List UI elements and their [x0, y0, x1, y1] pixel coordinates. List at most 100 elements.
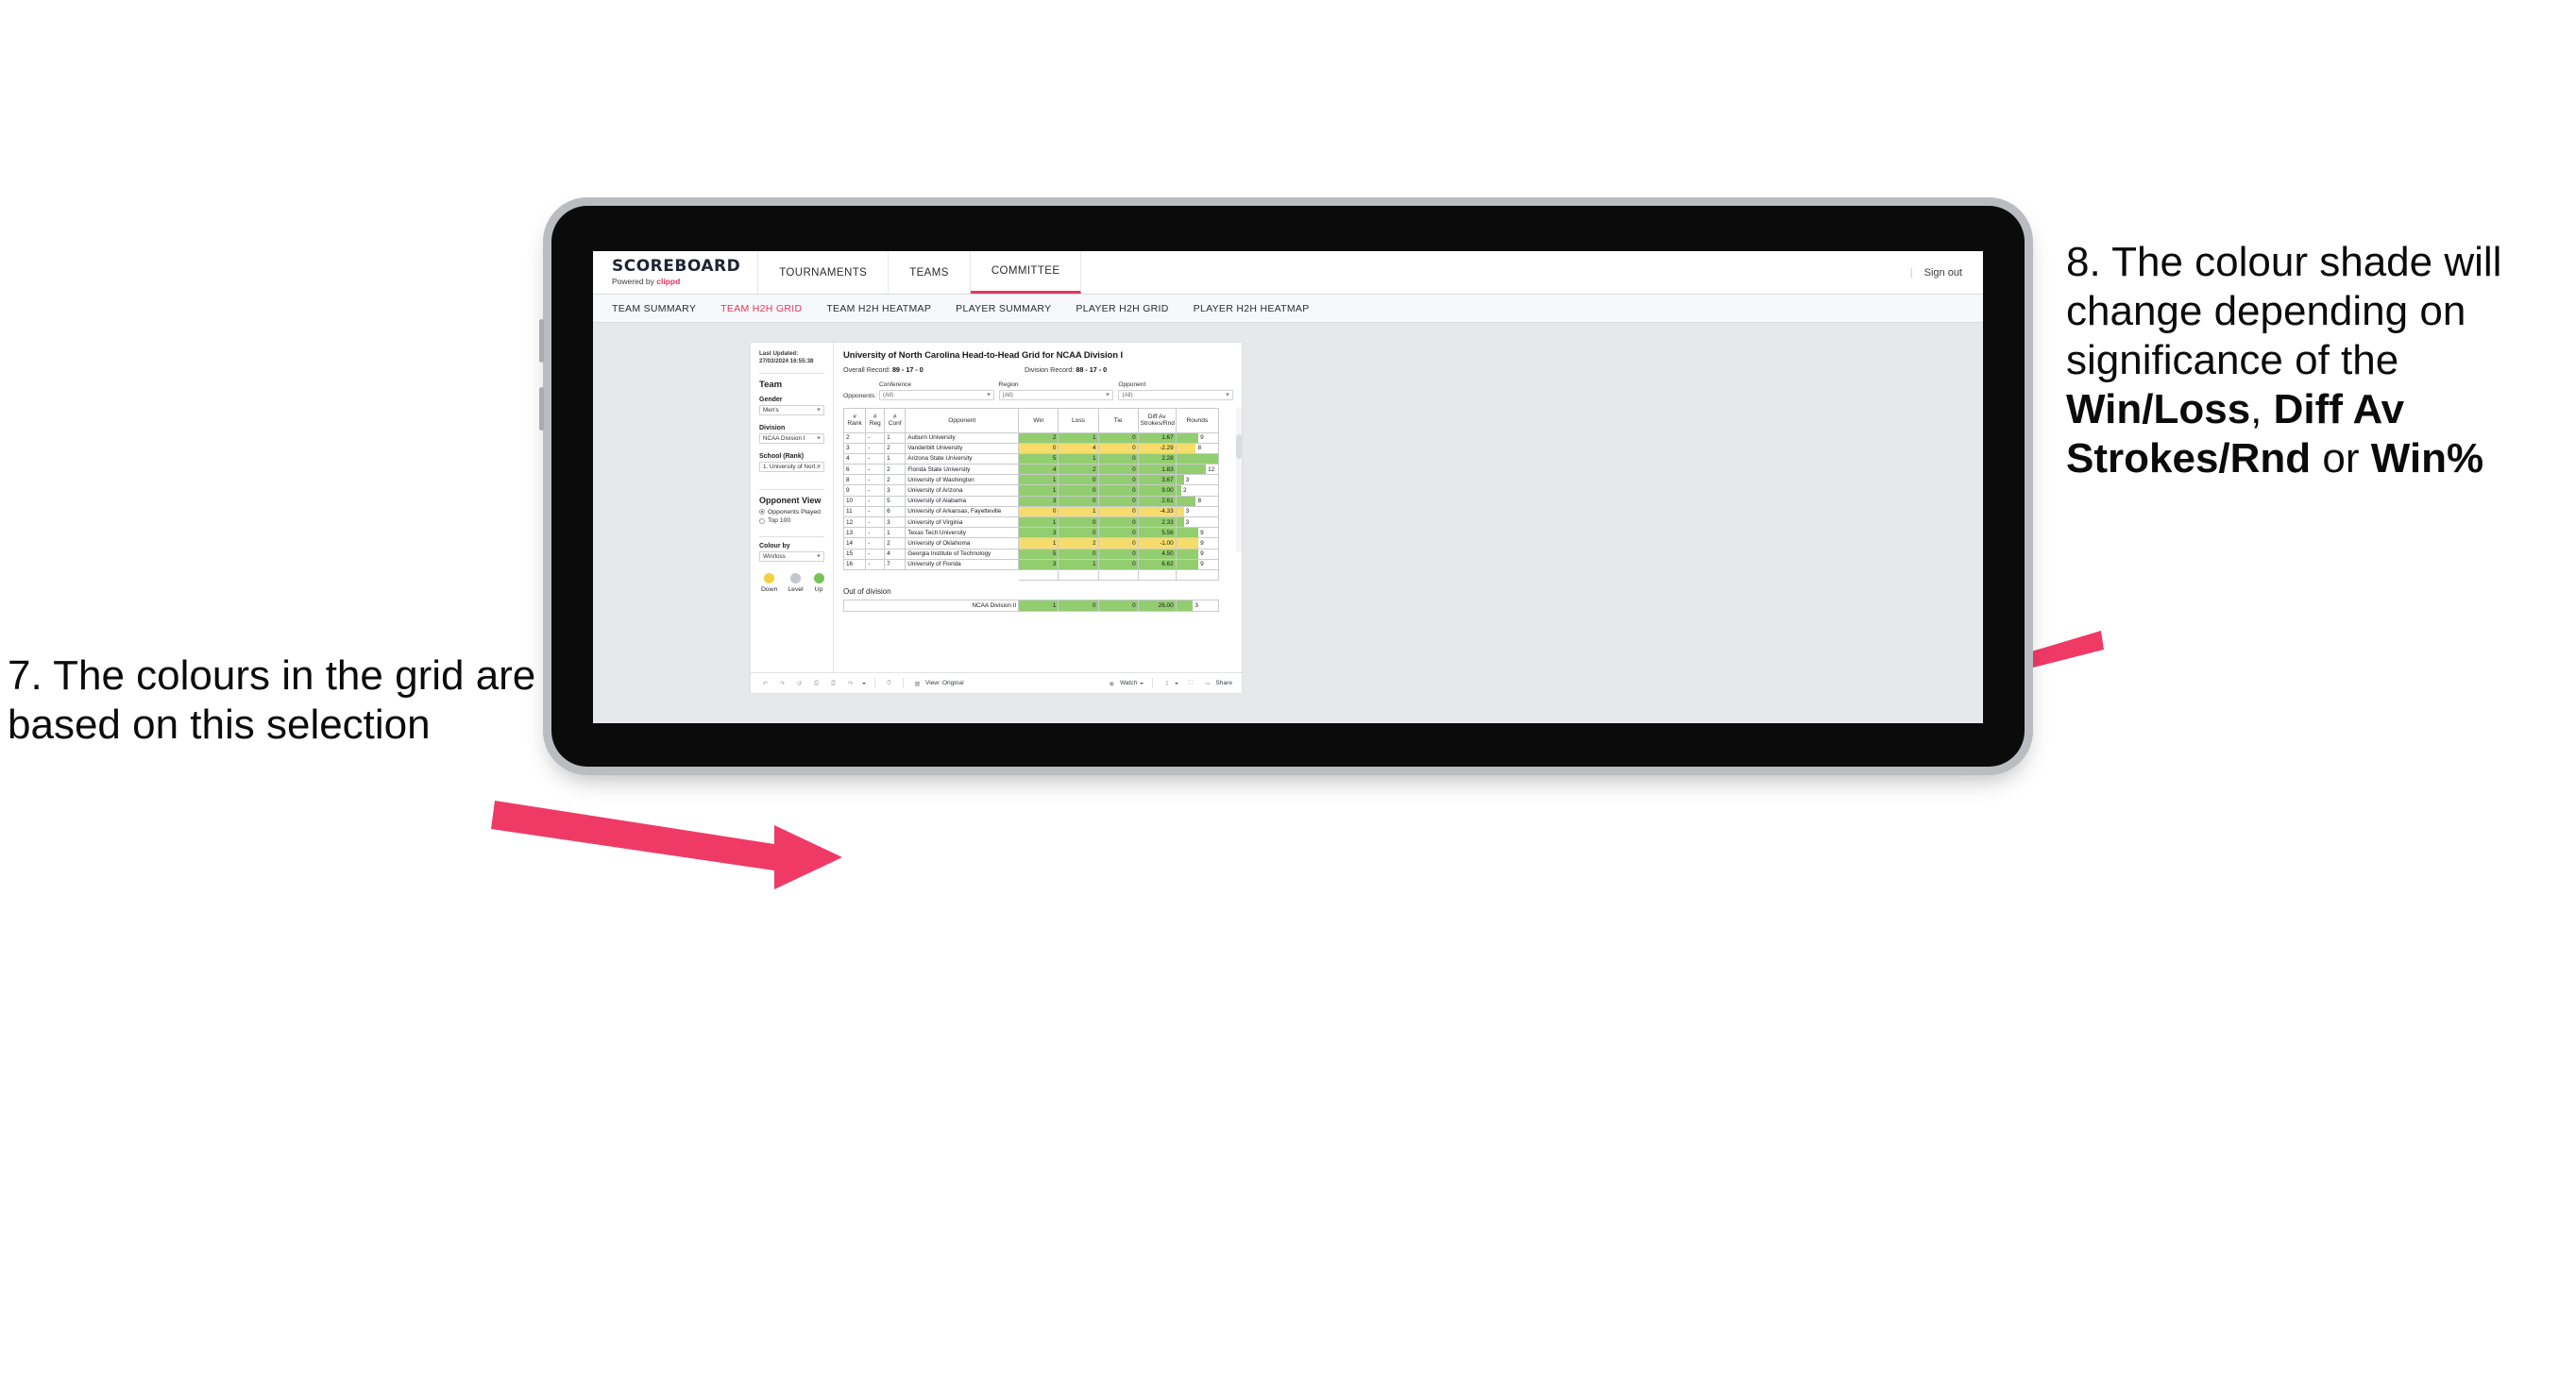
chevron-down-icon	[817, 436, 821, 440]
redo-icon[interactable]: ↷	[777, 678, 788, 688]
cell-tie: 0	[1097, 452, 1139, 465]
share-button[interactable]: ∾ Share	[1202, 678, 1232, 688]
chevron-down-icon[interactable]	[862, 682, 866, 685]
legend-dot-level-icon	[790, 572, 802, 583]
school-value: 1. University of Nort...	[763, 463, 821, 470]
table-row[interactable]: 12-3 University of Virginia 1 0 0 2.33 3	[842, 516, 1220, 529]
division-select[interactable]: NCAA Division I	[759, 432, 824, 444]
col-header-reg[interactable]: # Reg	[865, 407, 886, 433]
col-header-tie[interactable]: Tie	[1097, 407, 1139, 433]
division-record-label: Division Record:	[1025, 365, 1076, 374]
cell-loss: 1	[1058, 431, 1099, 444]
col-header-diff[interactable]: Diff Av Strokes/Rnd	[1137, 407, 1177, 433]
table-row[interactable]: 10-5 University of Alabama 3 0 0 2.61 8	[842, 495, 1220, 507]
pause-autoupdate-icon[interactable]: ⎙	[828, 678, 839, 688]
table-row[interactable]: 13-1 Texas Tech University 3 0 0 5.56 9	[842, 527, 1220, 539]
cell-loss: 0	[1058, 484, 1099, 497]
cell-opponent: Georgia Institute of Technology	[905, 548, 1020, 560]
subnav-item-player-h2h-grid[interactable]: PLAYER H2H GRID	[1076, 303, 1168, 314]
nav-tab-teams[interactable]: TEAMS	[889, 251, 971, 294]
cell-reg: -	[865, 537, 886, 549]
nav-tab-tournaments[interactable]: TOURNAMENTS	[758, 251, 890, 294]
out-of-division-title: Out of division	[843, 587, 891, 597]
cell-rounds: 8	[1175, 495, 1220, 507]
col-header-win[interactable]: Win	[1018, 407, 1059, 433]
cell-opponent: Florida State University	[905, 464, 1020, 476]
chevron-down-icon	[1106, 393, 1110, 397]
cell-rank: 12	[842, 516, 867, 529]
pause-icon[interactable]: ⏱	[884, 678, 894, 688]
cell-rounds-value: 3	[1185, 508, 1190, 516]
cell-rounds-value: 9	[1200, 529, 1204, 536]
table-row[interactable]: 8-2 University of Washington 1 0 0 3.67 3	[842, 474, 1220, 486]
sign-out-link[interactable]: Sign out	[1924, 267, 1962, 279]
grid-main-panel: University of North Carolina Head-to-Hea…	[834, 343, 1242, 672]
primary-nav: TOURNAMENTS TEAMS COMMITTEE	[758, 251, 1082, 294]
annotation-right-mid2: or	[2311, 434, 2371, 482]
radio-top-100[interactable]: Top 100	[759, 517, 824, 524]
undo-icon[interactable]: ↶	[760, 678, 771, 688]
watch-label: Watch	[1119, 680, 1138, 686]
subnav-item-team-h2h-heatmap[interactable]: TEAM H2H HEATMAP	[826, 303, 931, 314]
cell-loss: 2	[1058, 464, 1099, 476]
col-header-conf[interactable]: # Conf	[884, 407, 907, 433]
revert-icon[interactable]: ↺	[794, 678, 805, 688]
table-row[interactable]: 9-3 University of Arizona 1 0 0 9.00 2	[842, 484, 1220, 497]
colour-by-select[interactable]: Win/loss	[759, 550, 824, 562]
cell-tie: 0	[1097, 431, 1139, 444]
table-row[interactable]: 4-1Arizona State University5102.2817	[842, 452, 1220, 465]
table-row[interactable]: 15-4 Georgia Institute of Technology 5 0 0 4.…	[842, 548, 1220, 560]
cell-win: 0	[1018, 442, 1059, 454]
tablet-screen: SCOREBOARD Powered by clippd TOURNAMENTS…	[593, 251, 1983, 723]
col-header-rank[interactable]: # Rank	[842, 407, 867, 433]
fullscreen-icon[interactable]: ⛶	[1185, 678, 1195, 688]
cell-rounds-value: 12	[1208, 465, 1215, 473]
redo-arrow-icon[interactable]: ↷	[845, 678, 856, 688]
table-row[interactable]: 14-2 University of Oklahoma 1 2 0 -1.00 9	[842, 537, 1220, 549]
ood-tie: 0	[1097, 600, 1139, 612]
table-row[interactable]: 2-1 Auburn University 2 1 0 1.67 9	[842, 431, 1220, 444]
cell-rounds: 3	[1175, 516, 1220, 529]
table-row[interactable]: 11-6 University of Arkansas, Fayetteville…	[842, 505, 1220, 518]
subnav-item-player-summary[interactable]: PLAYER SUMMARY	[956, 303, 1051, 314]
chevron-down-icon	[817, 465, 821, 468]
refresh-icon[interactable]: ⎙	[811, 678, 822, 688]
table-row[interactable]: 3-2 Vanderbilt University 0 4 0 -2.29 8	[842, 442, 1220, 454]
col-header-opponent[interactable]: Opponent	[905, 407, 1020, 433]
cell-conf: 1	[884, 527, 907, 539]
radio-opponents-played-label: Opponents Played	[768, 508, 821, 516]
table-scrollbar-thumb[interactable]	[1236, 433, 1242, 459]
download-button[interactable]: ⇩	[1161, 678, 1179, 688]
table-vertical-scrollbar[interactable]	[1236, 407, 1242, 551]
gender-select[interactable]: Men's	[759, 404, 824, 415]
cell-conf: 5	[884, 495, 907, 507]
sidebar-divider-2	[759, 488, 824, 490]
col-header-rounds[interactable]: Rounds	[1175, 407, 1220, 433]
cell-opponent: University of Washington	[905, 474, 1020, 486]
view-original-button[interactable]: ▦ View: Original	[912, 678, 964, 688]
col-header-loss[interactable]: Loss	[1058, 407, 1099, 433]
cell-rank: 10	[842, 495, 867, 507]
view-original-label: View: Original	[925, 680, 964, 686]
subnav-item-team-h2h-grid[interactable]: TEAM H2H GRID	[720, 303, 802, 314]
cell-loss: 1	[1058, 452, 1099, 465]
school-select[interactable]: 1. University of Nort...	[759, 461, 824, 472]
cell-conf: 1	[884, 452, 907, 465]
watch-button[interactable]: ◉ Watch	[1107, 678, 1144, 688]
table-row[interactable]: 6-2 Florida State University 4 2 0 1.83 12	[842, 464, 1220, 476]
cell-rank: 8	[842, 474, 867, 486]
toolbar-divider-2	[903, 678, 904, 688]
logo-wordmark: SCOREBOARD	[612, 257, 741, 277]
nav-tab-committee[interactable]: COMMITTEE	[970, 251, 1082, 294]
filter-opponent: Opponent (All)	[1118, 381, 1234, 400]
filter-region: Region (All)	[998, 381, 1114, 400]
radio-opponents-played[interactable]: Opponents Played	[759, 509, 824, 516]
filter-opponent-select[interactable]: (All)	[1118, 389, 1234, 400]
subnav-item-team-summary[interactable]: TEAM SUMMARY	[612, 303, 696, 314]
cell-opponent: Texas Tech University	[905, 527, 1020, 539]
filter-region-select[interactable]: (All)	[998, 389, 1114, 400]
filter-conference-select[interactable]: (All)	[879, 389, 994, 400]
subnav-item-player-h2h-heatmap[interactable]: PLAYER H2H HEATMAP	[1194, 303, 1310, 314]
table-row[interactable]: 16-7 University of Florida 3 1 0 6.62 9	[842, 558, 1220, 570]
filter-region-value: (All)	[1002, 391, 1013, 398]
